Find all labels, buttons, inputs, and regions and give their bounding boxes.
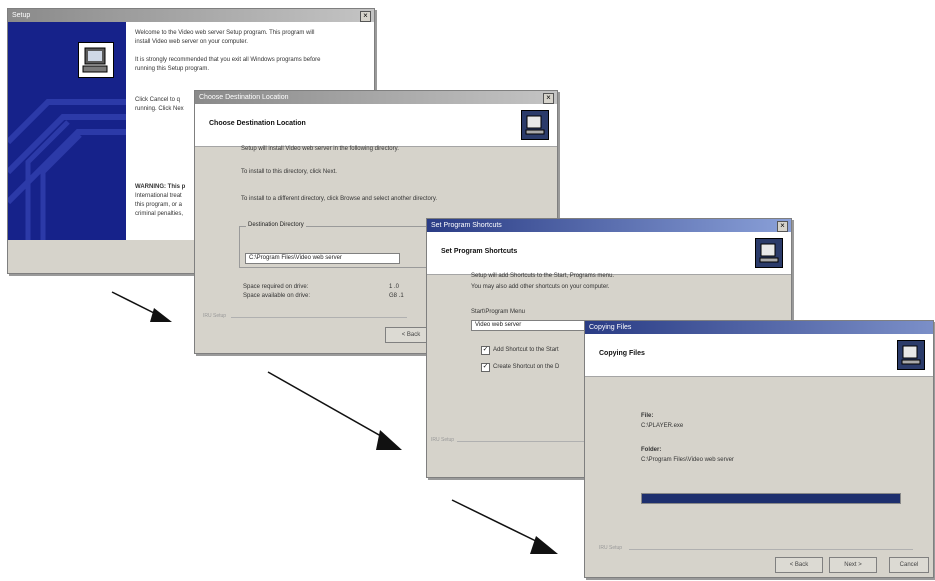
progress-bar [641, 493, 901, 504]
folder-value: C:\Program Files\Video web server [641, 457, 734, 463]
destination-heading: Choose Destination Location [209, 120, 306, 127]
space-available-value: G8 .1 [389, 293, 404, 299]
copying-titlebar[interactable]: Copying Files [585, 321, 933, 334]
destination-header: Choose Destination Location [195, 104, 557, 147]
footer-divider [629, 549, 913, 550]
warning-text-3: this program, or a [135, 202, 183, 208]
installer-brand: IRU Setup [431, 437, 455, 443]
welcome-text-2: install Video web server on your compute… [135, 39, 248, 45]
welcome-titlebar[interactable]: Setup [8, 9, 374, 22]
setup-computer-icon [897, 340, 925, 370]
welcome-banner [8, 22, 126, 240]
create-shortcut-label: Create Shortcut on the D [493, 364, 560, 370]
destination-line-2: To install to this directory, click Next… [241, 169, 337, 175]
back-button[interactable]: < Back [775, 557, 823, 573]
setup-computer-icon [755, 238, 783, 268]
destination-title: Choose Destination Location [199, 94, 289, 101]
welcome-title: Setup [12, 12, 31, 19]
close-icon[interactable]: × [777, 221, 788, 232]
start-menu-label: Start\Program Menu [471, 309, 526, 315]
installer-brand: IRU Setup [599, 545, 623, 551]
welcome-text-1: Welcome to the Video web server Setup pr… [135, 30, 315, 36]
warning-text-2: International treat [135, 193, 182, 199]
file-value: C:\PLAYER.exe [641, 423, 684, 429]
installer-brand: IRU Setup [203, 313, 227, 319]
cancel-button[interactable]: Cancel [889, 557, 929, 573]
cancel-text-2: running. Click Nex [135, 106, 184, 112]
cancel-text-1: Click Cancel to q [135, 97, 181, 103]
destination-path-field[interactable]: C:\Program Files\Video web server [245, 253, 400, 264]
setup-computer-icon [521, 110, 549, 140]
recommend-text-2: running this Setup program. [135, 66, 210, 72]
footer-divider [231, 317, 407, 318]
close-icon[interactable]: × [360, 11, 371, 22]
copying-title: Copying Files [589, 324, 632, 331]
copying-header: Copying Files [585, 334, 933, 377]
shortcuts-heading: Set Program Shortcuts [441, 248, 518, 255]
create-shortcut-checkbox[interactable]: ✓ [481, 363, 490, 372]
destination-line-1: Setup will install Video web server in t… [241, 146, 399, 152]
warning-text-4: criminal penalties, [135, 211, 184, 217]
next-button[interactable]: Next > [829, 557, 877, 573]
shortcuts-line-2: You may also add other shortcuts on your… [471, 284, 610, 290]
space-required-label: Space required on drive: [243, 284, 309, 290]
add-shortcut-checkbox[interactable]: ✓ [481, 346, 490, 355]
destination-titlebar[interactable]: Choose Destination Location [195, 91, 557, 104]
copying-window: Copying Files Copying Files File: C:\PLA… [584, 320, 934, 578]
arrow-icon [267, 371, 402, 450]
add-shortcut-label: Add Shortcut to the Start [493, 347, 559, 353]
folder-label: Folder: [641, 447, 662, 453]
copying-heading: Copying Files [599, 350, 645, 357]
space-available-label: Space available on drive: [243, 293, 311, 299]
progress-fill [642, 494, 900, 503]
recommend-text-1: It is strongly recommended that you exit… [135, 57, 321, 63]
file-label: File: [641, 413, 654, 419]
shortcuts-line-1: Setup will add Shortcuts to the Start, P… [471, 273, 615, 279]
setup-computer-icon [78, 42, 114, 78]
close-icon[interactable]: × [543, 93, 554, 104]
arrow-icon [451, 499, 558, 554]
destination-line-3: To install to a different directory, cli… [241, 196, 438, 202]
destination-group-label: Destination Directory [246, 222, 306, 228]
space-required-value: 1 .0 [389, 284, 400, 290]
shortcuts-header: Set Program Shortcuts [427, 232, 791, 275]
shortcuts-title: Set Program Shortcuts [431, 222, 502, 229]
arrow-icon [111, 291, 172, 322]
shortcuts-titlebar[interactable]: Set Program Shortcuts [427, 219, 791, 232]
warning-text-1: WARNING: This p [135, 184, 186, 190]
